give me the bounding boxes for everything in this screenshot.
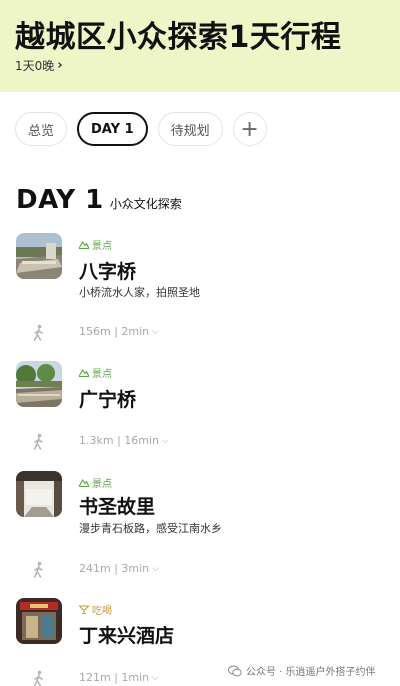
- walking-icon: [33, 324, 43, 341]
- transit-text: 241m | 3min: [79, 562, 150, 575]
- day-tabs: 总览 DAY 1 待规划 +: [15, 112, 267, 146]
- transit-text: 121m | 1min: [79, 671, 150, 684]
- duration-link[interactable]: 1天0晚 ›: [15, 57, 63, 74]
- duration-label: 1天0晚: [15, 59, 55, 73]
- chevron-down-icon: ⌵: [152, 672, 159, 683]
- walking-icon: [33, 561, 43, 578]
- chevron-down-icon: ⌵: [162, 435, 169, 446]
- header: 越城区小众探索1天行程 1天0晚 ›: [0, 0, 400, 92]
- add-day-button[interactable]: +: [232, 112, 267, 146]
- tab-overview[interactable]: 总览: [15, 112, 68, 146]
- tab-overview-label: 总览: [28, 123, 55, 139]
- day-heading: DAY 1 小众文化探索: [16, 185, 182, 215]
- plus-icon: +: [240, 116, 259, 142]
- transit-text: 1.3km | 16min: [79, 434, 160, 447]
- tab-day-1[interactable]: DAY 1: [77, 112, 148, 146]
- restaurant-photo-icon: [16, 598, 62, 644]
- walking-icon: [33, 670, 43, 686]
- stop-thumbnail: [16, 361, 62, 407]
- transit-info: 241m | 3min ⌵: [79, 562, 159, 575]
- mountain-icon: [79, 368, 89, 377]
- cocktail-icon: [79, 605, 89, 614]
- category-text: 景点: [92, 369, 112, 380]
- category-text: 景点: [92, 241, 112, 252]
- transit-text: 156m | 2min: [79, 325, 150, 338]
- old-street-photo-icon: [16, 471, 62, 517]
- transit-row[interactable]: 1.3km | 16min ⌵: [0, 432, 400, 452]
- category-text: 吃喝: [92, 606, 112, 617]
- stop-name: 书圣故里: [79, 496, 156, 518]
- transit-row[interactable]: 241m | 3min ⌵: [0, 560, 400, 580]
- tab-unplanned[interactable]: 待规划: [157, 112, 223, 146]
- chevron-down-icon: ⌵: [152, 563, 159, 574]
- transit-info: 1.3km | 16min ⌵: [79, 434, 169, 447]
- stop-thumbnail: [16, 471, 62, 517]
- day-subtitle: 小众文化探索: [109, 197, 182, 211]
- stop-thumbnail: [16, 598, 62, 644]
- chevron-down-icon: ⌵: [152, 326, 159, 337]
- category-label: 吃喝: [79, 602, 112, 617]
- mountain-icon: [79, 240, 89, 249]
- stop-name: 八字桥: [79, 261, 137, 283]
- transit-row[interactable]: 156m | 2min ⌵: [0, 323, 400, 343]
- stop-thumbnail: [16, 233, 62, 279]
- category-text: 景点: [92, 479, 112, 490]
- day-title: DAY 1: [16, 185, 104, 215]
- bridge-photo-icon: [16, 233, 62, 279]
- transit-info: 121m | 1min ⌵: [79, 671, 159, 684]
- tab-day-1-label: DAY 1: [91, 121, 134, 137]
- transit-info: 156m | 2min ⌵: [79, 325, 159, 338]
- tab-unplanned-label: 待规划: [170, 123, 210, 139]
- walking-icon: [33, 433, 43, 450]
- category-label: 景点: [79, 365, 112, 380]
- stop-name: 广宁桥: [79, 389, 137, 411]
- stop-desc: 漫步青石板路，感受江南水乡: [79, 522, 222, 535]
- category-label: 景点: [79, 237, 112, 252]
- mountain-icon: [79, 478, 89, 487]
- bridge-photo-icon: [16, 361, 62, 407]
- stop-desc: 小桥流水人家，拍照圣地: [79, 286, 200, 299]
- stop-name: 丁来兴酒店: [79, 625, 175, 647]
- wechat-icon: [228, 665, 242, 676]
- chevron-right-icon: ›: [57, 58, 63, 73]
- category-label: 景点: [79, 475, 112, 490]
- watermark-text: 公众号 · 乐逍遥户外搭子约伴: [246, 667, 376, 678]
- watermark: 公众号 · 乐逍遥户外搭子约伴: [228, 663, 376, 678]
- page-title: 越城区小众探索1天行程: [15, 20, 342, 55]
